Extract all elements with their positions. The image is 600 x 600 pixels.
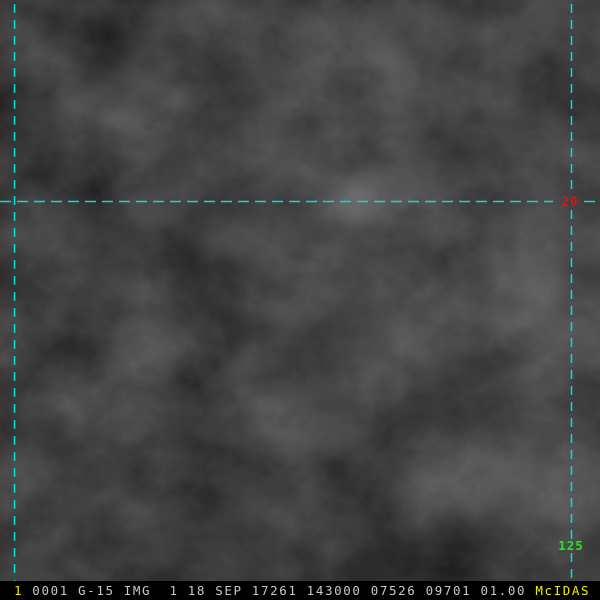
mcidas-satellite-viewer: 20 125 1 0001 G-15 IMG 1 18 SEP 17261 14… <box>0 0 600 600</box>
longitude-label: 125 <box>558 538 584 553</box>
latlon-grid-overlay: 20 125 <box>0 4 600 581</box>
mcidas-brand: McIDAS <box>535 583 591 598</box>
status-bar: 1 0001 G-15 IMG 1 18 SEP 17261 143000 07… <box>0 581 600 600</box>
frame-number: 1 <box>14 583 24 598</box>
image-info-text: 0001 G-15 IMG 1 18 SEP 17261 143000 0752… <box>23 583 536 598</box>
latitude-label: 20 <box>561 194 578 209</box>
